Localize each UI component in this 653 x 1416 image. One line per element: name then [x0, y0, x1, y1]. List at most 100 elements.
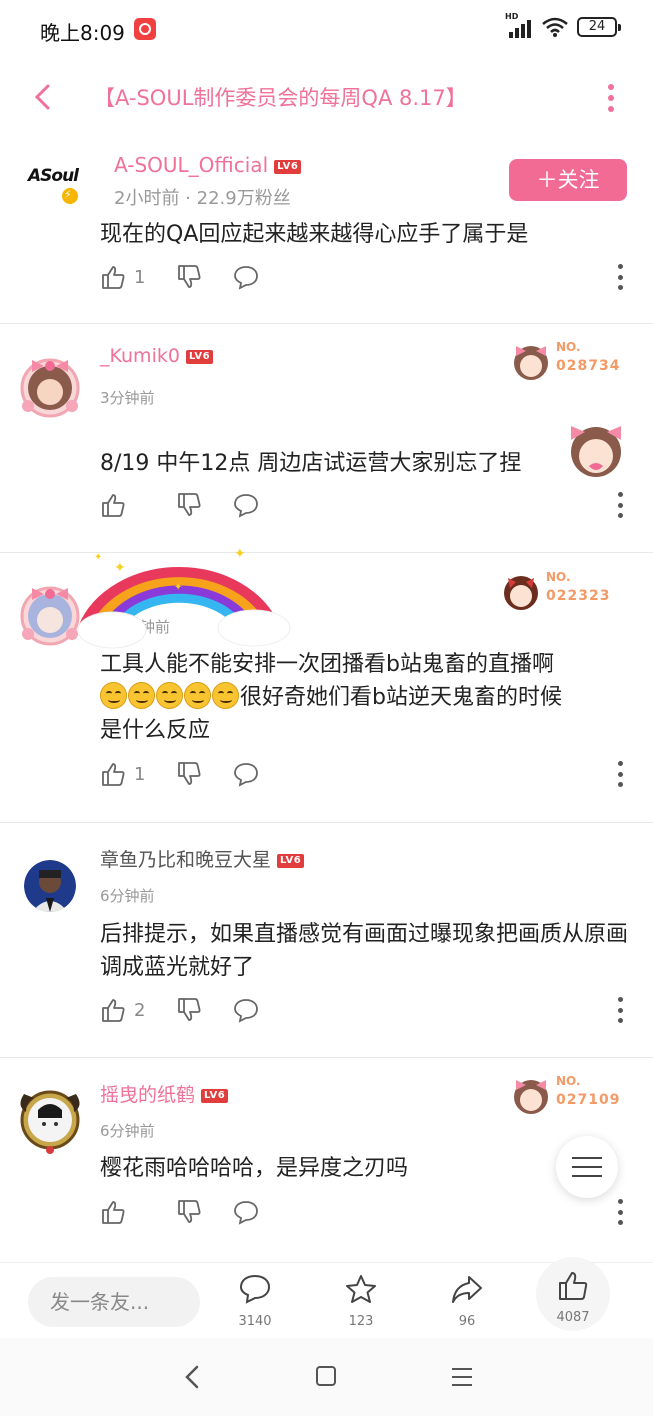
verified-badge-icon — [60, 186, 80, 206]
divider — [0, 822, 653, 823]
commenter-name[interactable]: _Kumik0 LV6 — [100, 345, 214, 367]
author-bar: ASoul A-SOUL_OfficialLV6 2小时前 · 22.9万粉丝 … — [0, 138, 653, 218]
fan-badge-number: 022323 — [546, 588, 611, 604]
reply-icon[interactable] — [233, 492, 259, 518]
favorite-button[interactable]: 123 — [331, 1273, 391, 1335]
comment-text: 8/19 中午12点 周边店试运营大家别忘了捏 — [100, 447, 640, 480]
like-count: 1 — [134, 764, 146, 785]
like-icon[interactable] — [100, 997, 126, 1023]
dislike-icon[interactable] — [176, 997, 202, 1023]
fan-badge-avatar — [514, 1080, 548, 1114]
like-icon[interactable] — [100, 761, 126, 787]
comment-text: 工具人能不能安排一次团播看b站鬼畜的直播啊 很好奇她们看b站逆天鬼畜的时候 是什… — [100, 648, 640, 747]
likes-count: 4087 — [556, 1310, 590, 1325]
divider — [0, 323, 653, 324]
page-title: 【A-SOUL制作委员会的每周QA 8.17】 — [94, 86, 467, 110]
svg-text:✦: ✦ — [174, 582, 182, 593]
comments-button[interactable]: 3140 — [225, 1273, 285, 1335]
wifi-icon — [542, 17, 568, 37]
commenter-name[interactable]: 章鱼乃比和晚豆大星 LV6 — [100, 845, 305, 872]
author-name-text: A-SOUL_Official — [114, 153, 269, 177]
thumbs-up-icon — [559, 1272, 588, 1300]
comment-actions: 2 — [100, 997, 640, 1027]
follow-button[interactable]: ＋关注 — [509, 159, 627, 201]
svg-text:✦: ✦ — [94, 552, 102, 563]
comment-actions — [100, 492, 640, 522]
level-badge: LV6 — [277, 853, 305, 868]
comment-text-line: 工具人能不能安排一次团播看b站鬼畜的直播啊 — [100, 652, 554, 677]
signal-icon: HD — [505, 12, 533, 38]
author-logo-text: ASoul — [28, 166, 79, 186]
fan-badge-number: 028734 — [556, 358, 621, 374]
comment-more-icon[interactable] — [618, 1199, 626, 1225]
reply-icon[interactable] — [233, 1199, 259, 1225]
dislike-icon[interactable] — [176, 761, 202, 787]
app-notification-icon — [134, 18, 156, 40]
level-badge: LV6 — [185, 349, 214, 364]
avatar-frame-horns — [20, 1090, 80, 1154]
share-button[interactable]: 96 — [437, 1273, 497, 1335]
comment-time: 6分钟前 — [100, 887, 155, 905]
dislike-icon[interactable] — [176, 264, 202, 290]
author-avatar[interactable]: ASoul — [24, 160, 86, 206]
comment-text: 后排提示，如果直播感觉有画面过曝现象把画质从原画调成蓝光就好了 — [100, 922, 629, 980]
commenter-name[interactable]: 摇曳的纸鹤 LV6 — [100, 1080, 229, 1107]
comment-more-icon[interactable] — [618, 997, 626, 1023]
battery-icon: 24 — [577, 17, 621, 37]
commenter-name-text: 摇曳的纸鹤 — [100, 1084, 196, 1106]
author-meta: 2小时前 · 22.9万粉丝 — [114, 188, 291, 209]
like-icon[interactable] — [100, 492, 126, 518]
comment-actions: 1 — [100, 761, 640, 791]
comment-text-line: 是什么反应 — [100, 718, 211, 743]
comments-count: 3140 — [238, 1314, 272, 1329]
signal-hd-label: HD — [505, 12, 519, 21]
nav-back-icon[interactable] — [182, 1364, 204, 1390]
comment-text-fragment: 很好奇她们看b站逆天鬼畜的时候 — [240, 685, 562, 710]
comment-time: 6分钟前 — [100, 1122, 155, 1140]
fan-badge-label: NO. — [556, 1074, 581, 1088]
like-icon[interactable] — [100, 264, 126, 290]
more-options-icon[interactable] — [599, 84, 623, 112]
comment-more-icon[interactable] — [618, 264, 626, 290]
previous-comment-text: 现在的QA回应起来越来越得心应手了属于是 — [100, 222, 529, 247]
dislike-icon[interactable] — [176, 1199, 202, 1225]
reply-icon[interactable] — [233, 997, 259, 1023]
comment-text-content: 8/19 中午12点 周边店试运营大家别忘了捏 — [100, 451, 522, 476]
comment-more-icon[interactable] — [618, 492, 626, 518]
like-icon[interactable] — [100, 1199, 126, 1225]
comment-icon — [239, 1274, 271, 1304]
bottom-action-bar: 发一条友... 3140 123 96 4087 — [0, 1257, 653, 1338]
sticker-emote — [571, 426, 621, 477]
comment-time: 3分钟前 — [100, 389, 155, 407]
svg-text:✦: ✦ — [114, 560, 126, 576]
status-time: 晚上8:09 — [40, 21, 125, 45]
system-nav-bar — [0, 1338, 653, 1416]
avatar-frame-bow — [20, 358, 80, 418]
status-bar: 晚上8:09 HD 24 — [0, 0, 653, 60]
comment-list-button[interactable] — [556, 1136, 618, 1198]
share-arrow-icon — [452, 1276, 482, 1303]
dislike-icon[interactable] — [176, 492, 202, 518]
top-header: 【A-SOUL制作委员会的每周QA 8.17】 — [0, 66, 653, 128]
comment-more-icon[interactable] — [618, 761, 626, 787]
level-badge: LV6 — [201, 1088, 229, 1103]
back-arrow-icon[interactable] — [30, 82, 58, 112]
comment-input[interactable]: 发一条友... — [28, 1277, 200, 1327]
fan-badge-label: NO. — [546, 570, 571, 584]
fan-badge: NO. 027109 — [510, 1072, 630, 1118]
fan-badge: NO. 022323 — [500, 568, 620, 614]
grin-emoji-icon — [100, 682, 127, 709]
author-name[interactable]: A-SOUL_Official LV6 — [114, 153, 302, 177]
nav-home-icon[interactable] — [316, 1366, 336, 1386]
comment-actions: 1 — [100, 264, 640, 294]
post-like-button[interactable]: 4087 — [536, 1257, 610, 1331]
grin-emoji-icon — [128, 682, 155, 709]
reply-icon[interactable] — [233, 264, 259, 290]
star-icon — [346, 1275, 376, 1303]
nav-menu-icon[interactable] — [452, 1368, 472, 1386]
fan-badge-number: 027109 — [556, 1092, 621, 1108]
reply-icon[interactable] — [233, 761, 259, 787]
status-indicators: HD 24 — [505, 12, 621, 38]
divider — [0, 1057, 653, 1058]
commenter-avatar[interactable] — [24, 860, 76, 912]
